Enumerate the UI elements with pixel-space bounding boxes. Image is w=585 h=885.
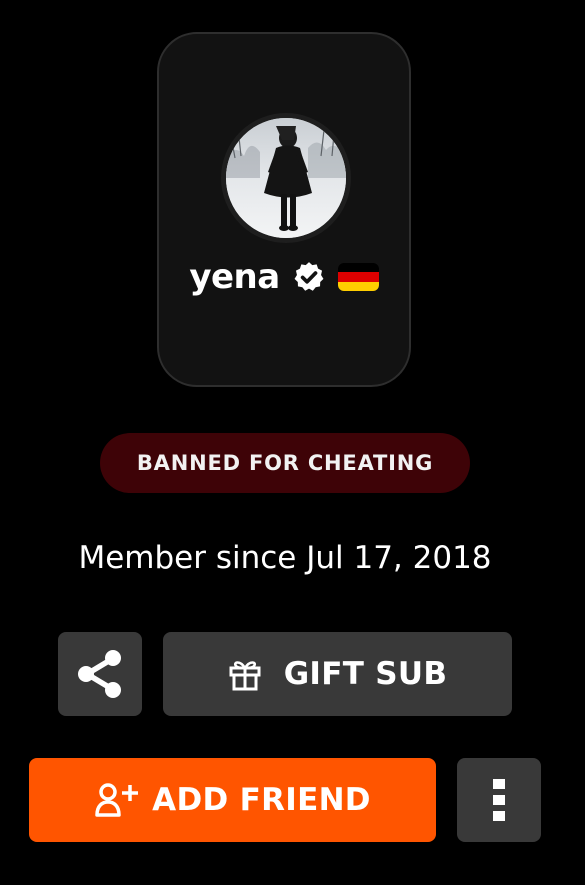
germany-flag-icon	[337, 263, 379, 291]
add-friend-label: ADD FRIEND	[152, 782, 371, 818]
more-options-button[interactable]	[457, 758, 541, 842]
add-friend-button[interactable]: ADD FRIEND	[29, 758, 436, 842]
more-vertical-icon	[492, 778, 506, 822]
name-row: yena	[159, 254, 409, 300]
avatar-photo	[226, 118, 346, 238]
share-button[interactable]	[58, 632, 142, 716]
gift-icon	[228, 657, 262, 691]
profile-card: yena	[157, 32, 411, 387]
status-badge: BANNED FOR CHEATING	[100, 433, 470, 493]
username[interactable]: yena	[189, 257, 280, 297]
verified-badge-icon	[292, 260, 326, 294]
member-since-text: Member since Jul 17, 2018	[78, 540, 492, 576]
gift-sub-button[interactable]: GIFT SUB	[163, 632, 512, 716]
share-icon	[75, 648, 125, 700]
add-user-icon	[94, 781, 142, 819]
avatar[interactable]	[221, 113, 351, 243]
gift-sub-label: GIFT SUB	[283, 656, 448, 692]
